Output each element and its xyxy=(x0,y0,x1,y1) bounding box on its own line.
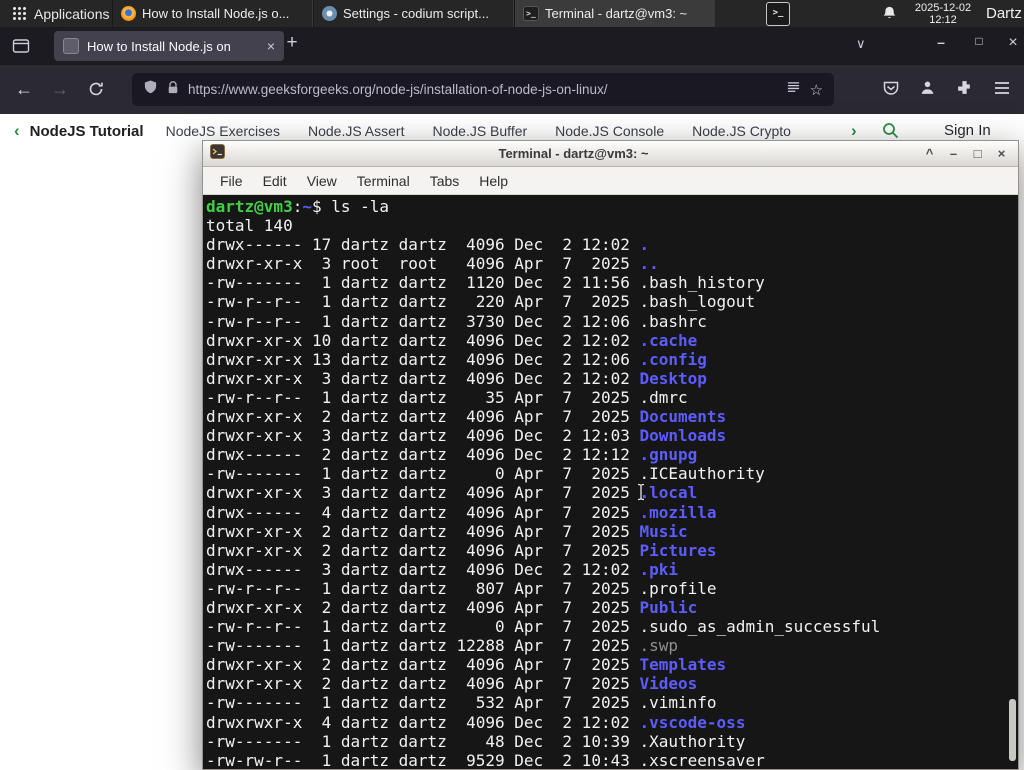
applications-label: Applications xyxy=(34,5,110,22)
firefox-icon xyxy=(121,6,136,21)
window-maximize-button[interactable]: □ xyxy=(966,34,992,48)
applications-grid-icon xyxy=(13,7,26,20)
tab-title: How to Install Node.js on xyxy=(87,38,231,54)
terminal-menubar: File Edit View Terminal Tabs Help xyxy=(203,167,1018,195)
bookmark-star-icon[interactable]: ☆ xyxy=(810,81,823,99)
window-minimize-button[interactable]: – xyxy=(928,34,954,50)
terminal-minimize-button[interactable]: – xyxy=(946,143,961,165)
taskbar-item[interactable]: >_ Terminal - dartz@vm3: ~ xyxy=(514,0,715,27)
terminal-close-button[interactable]: × xyxy=(994,143,1009,165)
tracking-shield-icon[interactable] xyxy=(143,79,158,100)
terminal-title: Terminal - dartz@vm3: ~ xyxy=(498,146,649,161)
terminal-window: Terminal - dartz@vm3: ~ ^ – □ × File Edit… xyxy=(202,140,1019,770)
window-close-button[interactable]: × xyxy=(1000,34,1024,52)
new-tab-button[interactable]: + xyxy=(280,32,304,54)
back-button[interactable]: ← xyxy=(12,77,36,101)
terminal-shade-button[interactable]: ^ xyxy=(922,143,937,165)
gfg-nav-item[interactable]: Node.JS Assert xyxy=(308,123,405,139)
gfg-nav-item[interactable]: NodeJS Exercises xyxy=(166,123,280,139)
notifications-bell-icon[interactable] xyxy=(882,5,897,26)
top-panel: Applications How to Install Node.js o...… xyxy=(0,0,1024,27)
clock-date: 2025-12-02 xyxy=(914,2,972,14)
reader-view-icon[interactable] xyxy=(786,81,801,99)
terminal-menu-item[interactable]: Tabs xyxy=(421,170,469,192)
tray-terminal-icon[interactable]: >_ xyxy=(766,2,790,26)
gfg-tutorial-link[interactable]: NodeJS Tutorial xyxy=(30,123,144,140)
tab-favicon xyxy=(63,38,79,54)
url-text[interactable]: https://www.geeksforgeeks.org/node-js/in… xyxy=(188,82,777,97)
gfg-scroll-left-icon[interactable]: ‹ xyxy=(14,121,20,141)
reload-button[interactable] xyxy=(84,77,108,101)
lock-icon[interactable] xyxy=(167,80,179,100)
browser-toolbar: ← → https://www.geeksforgeeks.org/node-j… xyxy=(0,65,1024,114)
clock-time: 12:12 xyxy=(929,14,957,26)
terminal-menu-item[interactable]: Edit xyxy=(254,170,296,192)
taskbar-item-label: Settings - codium script... xyxy=(343,6,489,21)
user-label: Dartz xyxy=(986,5,1022,22)
list-tabs-chevron-icon[interactable]: ∨ xyxy=(856,36,866,52)
terminal-menu-item[interactable]: View xyxy=(298,170,346,192)
taskbar-item-label: Terminal - dartz@vm3: ~ xyxy=(545,6,688,21)
gfg-nav-item[interactable]: Node.JS Buffer xyxy=(432,123,527,139)
taskbar-item[interactable]: Settings - codium script... xyxy=(313,0,514,27)
hamburger-menu-icon[interactable] xyxy=(994,81,1010,100)
gfg-nav-items: NodeJS Exercises Node.JS Assert Node.JS Bu… xyxy=(166,123,796,139)
gfg-nav-item[interactable]: Node.JS Crypto xyxy=(692,123,791,139)
pocket-icon[interactable] xyxy=(882,79,900,102)
terminal-icon: >_ xyxy=(523,6,539,21)
url-bar[interactable]: https://www.geeksforgeeks.org/node-js/in… xyxy=(132,73,834,106)
gfg-signin-button[interactable]: Sign In xyxy=(944,122,991,139)
terminal-menu-item[interactable]: Terminal xyxy=(348,170,419,192)
terminal-content[interactable]: dartz@vm3:~$ ls -la total 140 drwx------ 1… xyxy=(203,195,1018,769)
taskbar: How to Install Node.js o... Settings - co… xyxy=(112,0,715,27)
terminal-app-icon xyxy=(210,143,225,164)
clock[interactable]: 2025-12-02 12:12 xyxy=(908,2,978,26)
mouse-cursor xyxy=(636,483,646,506)
applications-menu[interactable]: Applications xyxy=(0,0,122,27)
terminal-titlebar[interactable]: Terminal - dartz@vm3: ~ ^ – □ × xyxy=(203,141,1018,167)
forward-button[interactable]: → xyxy=(48,77,72,101)
desktop: Applications How to Install Node.js o...… xyxy=(0,0,1024,770)
browser-tab[interactable]: How to Install Node.js on × xyxy=(54,31,284,61)
taskbar-item-label: How to Install Node.js o... xyxy=(142,6,290,21)
terminal-menu-item[interactable]: File xyxy=(211,170,252,192)
terminal-maximize-button[interactable]: □ xyxy=(970,143,985,165)
browser-tab-bar: How to Install Node.js on × + ∨ – □ × xyxy=(0,27,1024,65)
gfg-nav-item[interactable]: Node.JS Console xyxy=(555,123,664,139)
gfg-scroll-right-icon[interactable]: › xyxy=(851,121,857,141)
firefox-view-icon[interactable] xyxy=(12,37,30,60)
extensions-puzzle-icon[interactable] xyxy=(956,79,973,101)
terminal-output: dartz@vm3:~$ ls -la total 140 drwx------ 1… xyxy=(206,197,881,769)
tray: >_ xyxy=(766,2,790,26)
terminal-scrollbar-thumb[interactable] xyxy=(1009,699,1016,761)
account-icon[interactable] xyxy=(919,79,936,101)
tab-close-icon[interactable]: × xyxy=(267,38,275,54)
terminal-menu-item[interactable]: Help xyxy=(470,170,517,192)
taskbar-item[interactable]: How to Install Node.js o... xyxy=(112,0,313,27)
settings-icon xyxy=(322,6,337,21)
